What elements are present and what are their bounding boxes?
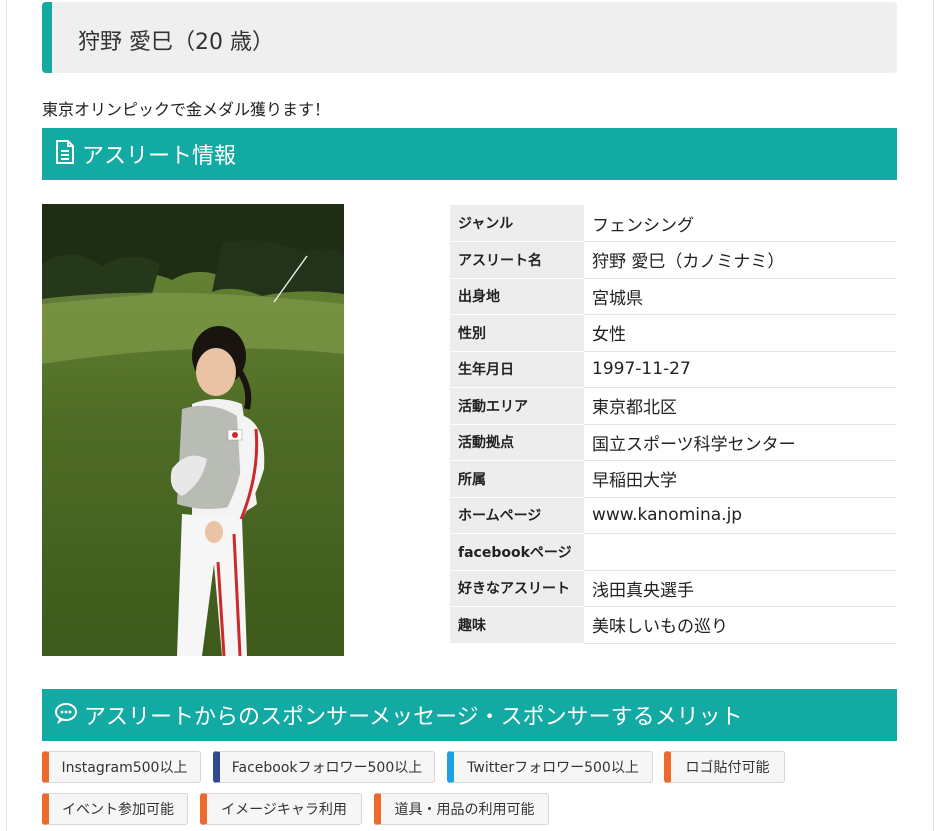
info-row: 性別 女性 — [450, 314, 896, 352]
merit-tag: ロゴ貼付可能 — [664, 751, 785, 783]
section-sponsor-message: アスリートからのスポンサーメッセージ・スポンサーするメリット — [42, 689, 897, 741]
info-row: 出身地 宮城県 — [450, 278, 896, 315]
info-row: 生年月日 1997-11-27 — [450, 351, 896, 388]
info-label: 趣味 — [450, 606, 584, 644]
info-label: ホームページ — [450, 497, 584, 534]
info-label: 出身地 — [450, 278, 584, 315]
info-label: 活動拠点 — [450, 424, 584, 461]
info-value: 女性 — [584, 314, 896, 352]
info-row: 活動エリア 東京都北区 — [450, 387, 896, 425]
info-value: 美味しいもの巡り — [584, 606, 896, 644]
info-row: 趣味 美味しいもの巡り — [450, 606, 896, 644]
info-label: 活動エリア — [450, 387, 584, 425]
info-row: 所属 早稲田大学 — [450, 460, 896, 498]
title-accent-bar — [42, 2, 52, 73]
info-row: ホームページ www.kanomina.jp — [450, 497, 896, 534]
info-row: ジャンル フェンシング — [450, 205, 896, 242]
info-value: 狩野 愛巳（カノミナミ） — [584, 241, 896, 279]
merit-tag: Twitterフォロワー500以上 — [447, 751, 653, 783]
info-value: 国立スポーツ科学センター — [584, 424, 896, 461]
athlete-info-table: ジャンル フェンシング アスリート名 狩野 愛巳（カノミナミ） 出身地 宮城県 性別 女性 生年… — [450, 205, 896, 644]
info-label: ジャンル — [450, 205, 584, 242]
section-athlete-info: アスリート情報 — [42, 128, 897, 180]
info-row: 好きなアスリート 浅田真央選手 — [450, 570, 896, 607]
info-label: 性別 — [450, 314, 584, 352]
section-title: アスリート情報 — [82, 144, 237, 169]
section-title: アスリートからのスポンサーメッセージ・スポンサーするメリット — [84, 705, 743, 730]
merit-tag: Facebookフォロワー500以上 — [213, 751, 435, 783]
merit-tag: 道具・用品の利用可能 — [374, 793, 549, 825]
info-value — [584, 533, 896, 571]
info-value: 早稲田大学 — [584, 460, 896, 498]
info-label: 好きなアスリート — [450, 570, 584, 607]
info-row: 活動拠点 国立スポーツ科学センター — [450, 424, 896, 461]
info-value: 1997-11-27 — [584, 351, 896, 388]
info-row: facebookページ — [450, 533, 896, 571]
info-label: facebookページ — [450, 533, 584, 571]
info-row: アスリート名 狩野 愛巳（カノミナミ） — [450, 241, 896, 279]
info-value: 浅田真央選手 — [584, 570, 896, 607]
athlete-name-heading: 狩野 愛巳（20 歳） — [78, 30, 274, 55]
info-label: 所属 — [450, 460, 584, 498]
speech-bubble-icon — [54, 702, 78, 728]
catchphrase: 東京オリンピックで金メダル獲ります！ — [42, 100, 331, 119]
info-value[interactable]: www.kanomina.jp — [584, 497, 896, 534]
info-value: 宮城県 — [584, 278, 896, 315]
athlete-photo — [42, 204, 344, 656]
info-label: アスリート名 — [450, 241, 584, 279]
merit-tag: イベント参加可能 — [42, 793, 188, 825]
athlete-title-box: 狩野 愛巳（20 歳） — [42, 2, 897, 73]
info-value: フェンシング — [584, 205, 896, 242]
document-icon — [54, 139, 76, 169]
merit-tag: Instagram500以上 — [42, 751, 201, 783]
info-value: 東京都北区 — [584, 387, 896, 425]
info-label: 生年月日 — [450, 351, 584, 388]
merit-tag: イメージキャラ利用 — [200, 793, 362, 825]
